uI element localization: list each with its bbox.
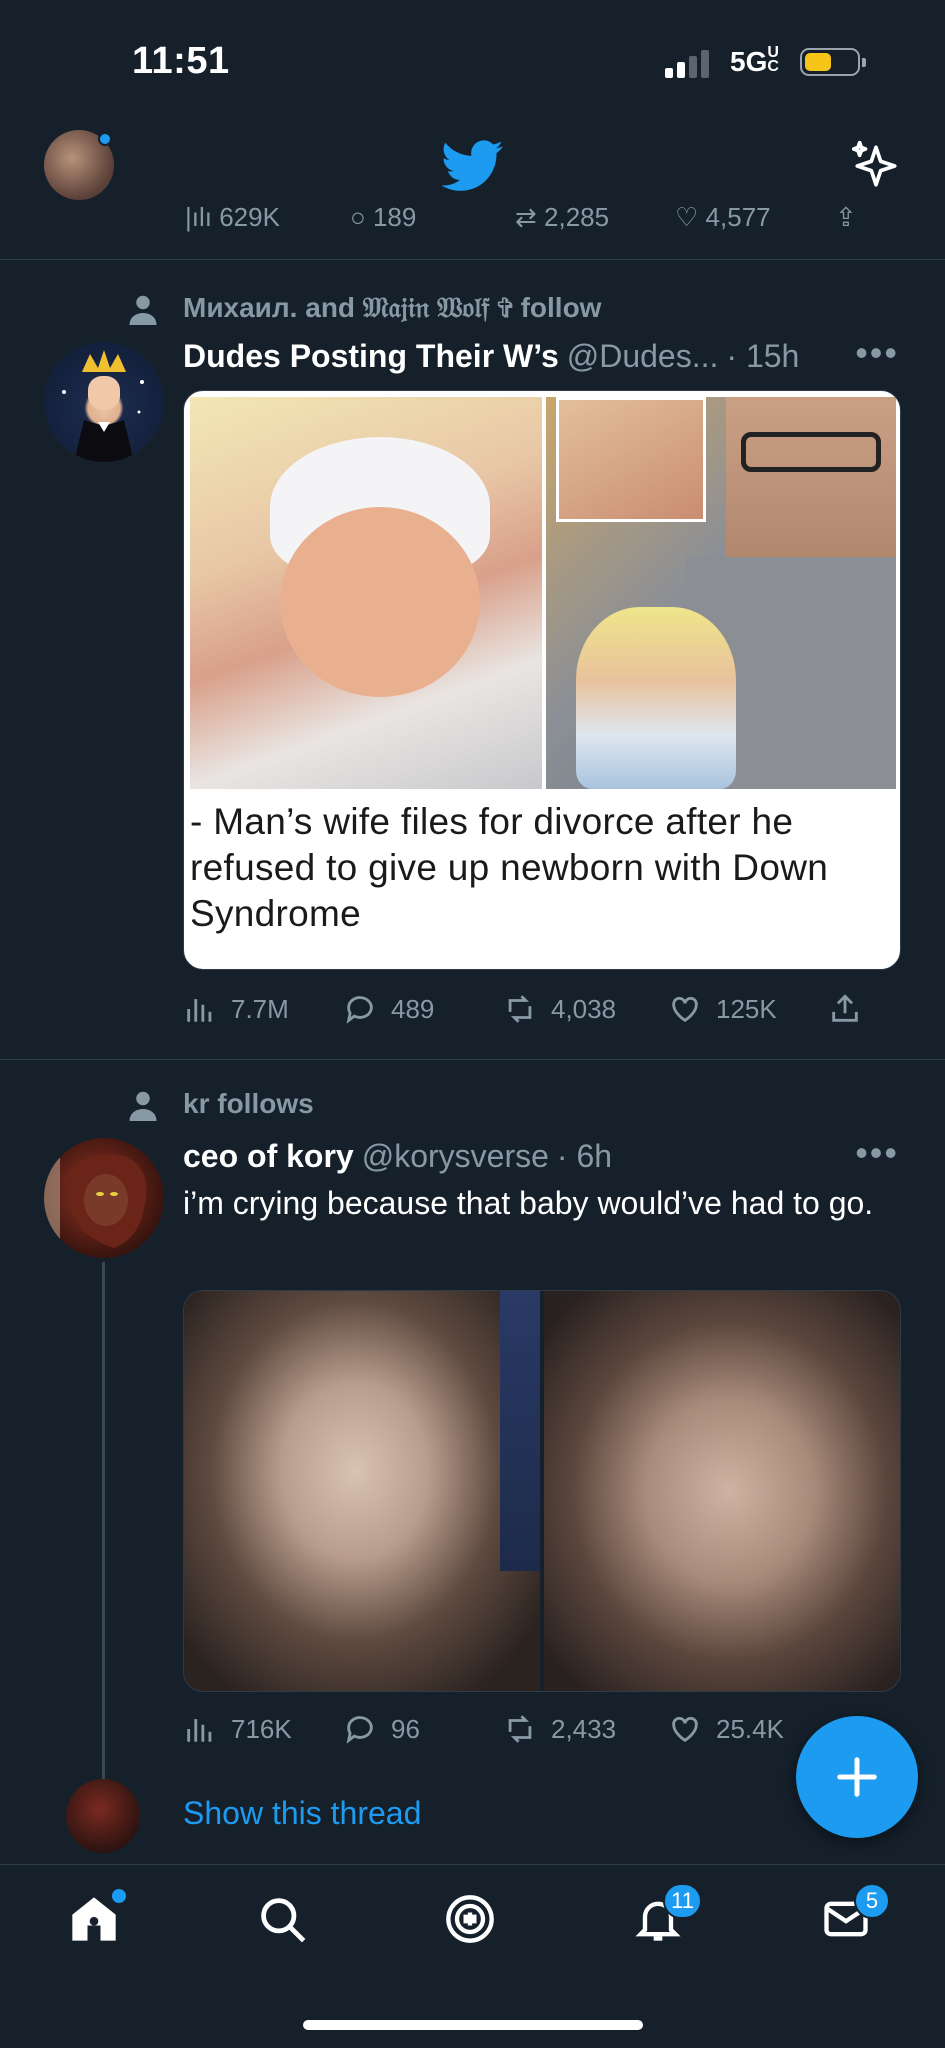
person-icon bbox=[129, 1091, 157, 1121]
tweet-image[interactable]: - Man’s wife files for divorce after he … bbox=[183, 390, 901, 970]
home-new-dot bbox=[112, 1889, 126, 1903]
sparkle-icon[interactable] bbox=[848, 138, 904, 194]
retweet-button[interactable]: 4,038 bbox=[503, 992, 668, 1026]
messages-badge: 5 bbox=[854, 1883, 890, 1919]
views-icon bbox=[187, 999, 212, 1022]
tweet[interactable]: Михаил. and 𝔐𝔞𝔧𝔦𝔫 𝔚𝔬𝔩𝔣 ✞ follow Dudes Po… bbox=[0, 262, 945, 1060]
nav-home[interactable] bbox=[68, 1889, 128, 1953]
nav-notifications[interactable]: 11 bbox=[632, 1883, 702, 1953]
tweet-actions: 7.7M 489 4,038 125K bbox=[183, 992, 883, 1026]
status-bar: 11:51 5GU C bbox=[0, 0, 945, 120]
tweet-image[interactable] bbox=[184, 1291, 540, 1691]
show-thread-link[interactable]: Show this thread bbox=[183, 1795, 421, 1832]
father-with-baby-photo bbox=[546, 397, 896, 789]
nav-spaces[interactable] bbox=[444, 1893, 504, 1953]
retweet-count: 2,433 bbox=[551, 1713, 617, 1744]
retweet-count: 4,038 bbox=[551, 993, 617, 1024]
author-avatar[interactable] bbox=[44, 342, 164, 462]
reply-count: 489 bbox=[391, 993, 435, 1024]
home-icon bbox=[72, 1897, 116, 1941]
battery-icon bbox=[800, 48, 866, 76]
plus-icon bbox=[837, 1757, 877, 1797]
social-context[interactable]: kr follows bbox=[183, 1088, 314, 1120]
twitter-bird-icon[interactable] bbox=[442, 140, 504, 192]
retweet-button[interactable]: 2,433 bbox=[503, 1712, 668, 1746]
compose-tweet-button[interactable] bbox=[796, 1716, 918, 1838]
spaces-icon bbox=[446, 1895, 494, 1943]
author-handle[interactable]: @korysverse bbox=[362, 1138, 549, 1175]
search-icon bbox=[261, 1898, 306, 1943]
tweet-header: ceo of kory @korysverse · 6h bbox=[183, 1138, 612, 1175]
notification-dot bbox=[98, 132, 112, 146]
heart-icon bbox=[672, 1716, 698, 1743]
home-indicator[interactable] bbox=[303, 2020, 643, 2030]
more-options-icon[interactable]: ••• bbox=[855, 332, 899, 374]
profile-avatar[interactable] bbox=[44, 130, 114, 200]
notifications-badge: 11 bbox=[663, 1883, 702, 1919]
newborn-photo bbox=[190, 397, 542, 789]
reply-count: 96 bbox=[391, 1713, 420, 1744]
author-handle[interactable]: @Dudes... bbox=[567, 338, 719, 375]
retweet-icon bbox=[508, 1715, 532, 1743]
image-caption: - Man’s wife files for divorce after he … bbox=[190, 801, 829, 934]
like-button[interactable]: 25.4K bbox=[668, 1712, 828, 1746]
views-count: 716K bbox=[231, 1713, 292, 1744]
reply-button[interactable]: 489 bbox=[343, 992, 503, 1026]
views-icon bbox=[187, 1719, 212, 1742]
top-navigation: |ılı 629K ○ 189 ⇄ 2,285 ♡ 4,577 ⇪ bbox=[0, 120, 945, 260]
heart-icon bbox=[672, 996, 698, 1023]
tweet[interactable]: kr follows ceo of kory @korysverse · 6h … bbox=[0, 1060, 945, 1864]
share-button[interactable] bbox=[828, 992, 862, 1026]
nav-messages[interactable]: 5 bbox=[820, 1883, 890, 1953]
reply-icon bbox=[346, 1716, 373, 1744]
author-name[interactable]: Dudes Posting Their W’s bbox=[183, 338, 559, 375]
network-label: 5GU C bbox=[730, 44, 779, 78]
views-button[interactable]: 716K bbox=[183, 1712, 343, 1746]
tweet-time: · 15h bbox=[726, 338, 800, 374]
crown-icon bbox=[62, 350, 144, 462]
like-button[interactable]: 125K bbox=[668, 992, 828, 1026]
share-icon bbox=[832, 994, 858, 1022]
views-button[interactable]: 7.7M bbox=[183, 992, 343, 1026]
previous-tweet-stats: |ılı 629K ○ 189 ⇄ 2,285 ♡ 4,577 ⇪ bbox=[185, 202, 857, 232]
views-count: 7.7M bbox=[231, 993, 289, 1024]
tweet-header: Dudes Posting Their W’s @Dudes... · 15h bbox=[183, 338, 799, 375]
nav-search[interactable] bbox=[256, 1893, 316, 1953]
tweet-image[interactable] bbox=[544, 1291, 900, 1691]
like-count: 125K bbox=[716, 993, 777, 1024]
person-icon bbox=[129, 295, 157, 325]
thread-line bbox=[102, 1262, 105, 1832]
tweet-text: i’m crying because that baby would’ve ha… bbox=[183, 1185, 874, 1221]
status-time: 11:51 bbox=[132, 40, 230, 82]
tweet-image-gallery[interactable] bbox=[183, 1290, 901, 1692]
reply-button[interactable]: 96 bbox=[343, 1712, 503, 1746]
retweet-icon bbox=[508, 995, 532, 1023]
author-avatar[interactable] bbox=[44, 1138, 164, 1258]
like-count: 25.4K bbox=[716, 1713, 784, 1744]
author-name[interactable]: ceo of kory bbox=[183, 1138, 354, 1175]
social-context[interactable]: Михаил. and 𝔐𝔞𝔧𝔦𝔫 𝔚𝔬𝔩𝔣 ✞ follow bbox=[183, 292, 601, 325]
more-options-icon[interactable]: ••• bbox=[855, 1132, 899, 1174]
tweet-time: · 6h bbox=[556, 1138, 613, 1174]
thread-avatar[interactable] bbox=[66, 1779, 140, 1853]
reply-icon bbox=[346, 996, 373, 1024]
signal-icon bbox=[665, 48, 709, 78]
tweet-actions: 716K 96 2,433 25.4K bbox=[183, 1712, 883, 1746]
